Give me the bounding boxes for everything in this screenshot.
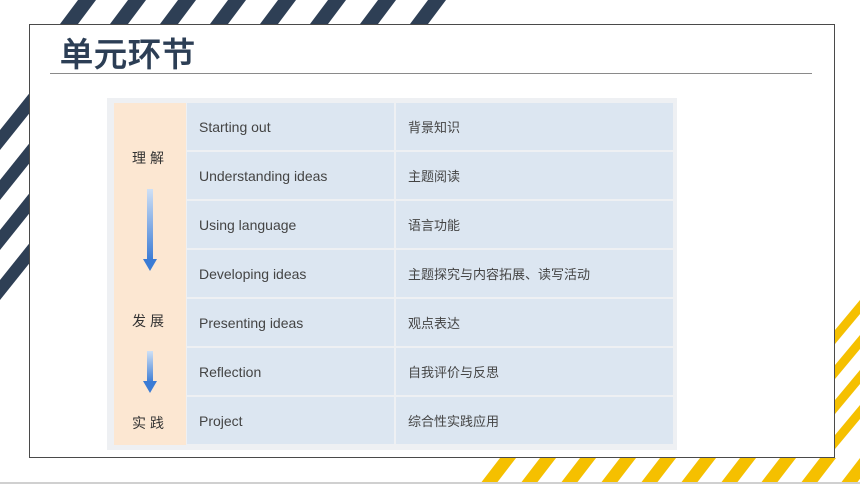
section-desc-cell: 主题探究与内容拓展、读写活动 bbox=[396, 250, 673, 297]
section-desc-cell: 主题阅读 bbox=[396, 152, 673, 199]
table-row: Presenting ideas 观点表达 bbox=[187, 299, 673, 346]
table-row: Reflection 自我评价与反思 bbox=[187, 348, 673, 395]
title-underline bbox=[50, 73, 812, 74]
table-row: Developing ideas 主题探究与内容拓展、读写活动 bbox=[187, 250, 673, 297]
arrow-down-icon bbox=[143, 189, 157, 271]
table-row: Understanding ideas 主题阅读 bbox=[187, 152, 673, 199]
table-row: Project 综合性实践应用 bbox=[187, 397, 673, 444]
section-desc-cell: 背景知识 bbox=[396, 103, 673, 150]
section-name-cell: Developing ideas bbox=[187, 250, 394, 297]
slide-title: 单元环节 bbox=[60, 35, 196, 74]
table-row: Starting out 背景知识 bbox=[187, 103, 673, 150]
section-desc-cell: 语言功能 bbox=[396, 201, 673, 248]
section-name-cell: Reflection bbox=[187, 348, 394, 395]
section-name-cell: Using language bbox=[187, 201, 394, 248]
table-row: Using language 语言功能 bbox=[187, 201, 673, 248]
section-name-cell: Understanding ideas bbox=[187, 152, 394, 199]
stage-column: 理解 发展 实践 bbox=[114, 103, 186, 445]
stage-label-develop: 发展 bbox=[132, 314, 168, 330]
stage-label-understand: 理解 bbox=[132, 151, 168, 167]
section-name-cell: Starting out bbox=[187, 103, 394, 150]
arrow-down-icon bbox=[143, 351, 157, 393]
section-name-cell: Presenting ideas bbox=[187, 299, 394, 346]
section-name-cell: Project bbox=[187, 397, 394, 444]
section-desc-cell: 综合性实践应用 bbox=[396, 397, 673, 444]
section-desc-cell: 观点表达 bbox=[396, 299, 673, 346]
stage-label-practice: 实践 bbox=[132, 416, 168, 432]
unit-sections-table: Starting out 背景知识 Understanding ideas 主题… bbox=[187, 103, 673, 445]
section-desc-cell: 自我评价与反思 bbox=[396, 348, 673, 395]
